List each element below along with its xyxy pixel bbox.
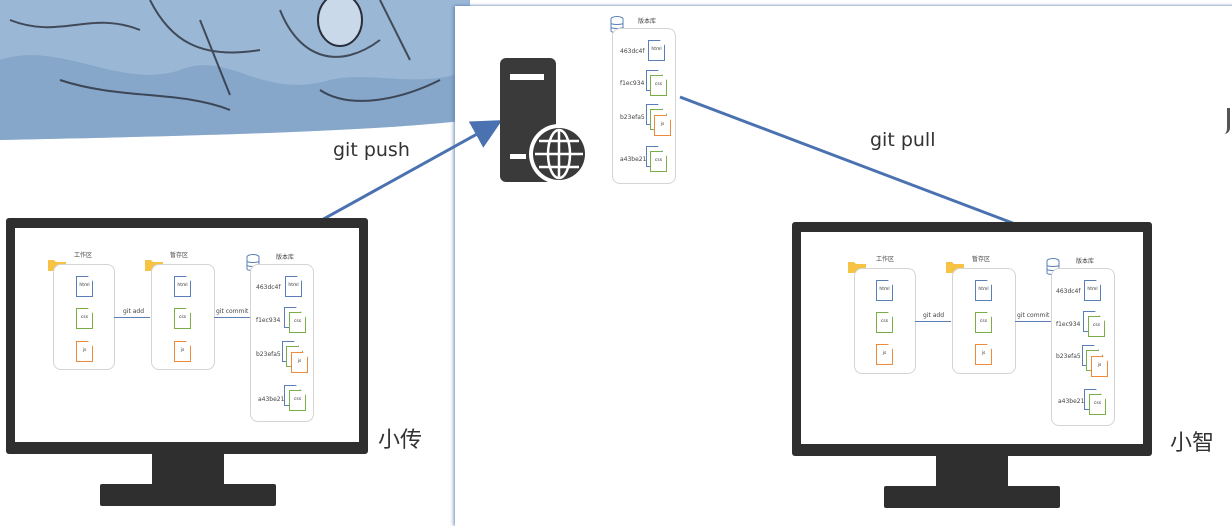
git-commit-label-right: git commit: [1017, 312, 1050, 319]
server-repo-panel: 版本库 463dc4f html f1ec934 css b23efa5 js …: [606, 14, 678, 184]
git-add-label: git add: [123, 308, 145, 315]
js-file-icon-right: js: [876, 344, 893, 365]
staging-label: 暂存区: [170, 252, 189, 259]
server-css-file-icon: css: [650, 75, 667, 96]
repo-html-file-icon-right: html: [1084, 280, 1101, 301]
left-user-name: 小传: [378, 428, 423, 453]
git-push-label: git push: [333, 139, 410, 161]
staged-css-file-icon: css: [174, 308, 191, 329]
repo-js-file-icon-right: js: [1091, 356, 1108, 377]
repo-css-file-icon-3-right: css: [1089, 394, 1106, 415]
staged-css-file-icon-right: css: [975, 312, 992, 333]
staging-label-right: 暂存区: [972, 256, 991, 263]
repo-html-file-icon: html: [285, 276, 302, 297]
repo-css-file-icon-3: css: [289, 390, 306, 411]
server-globe-icon: [500, 58, 588, 184]
repo-css-file-icon-right: css: [1088, 316, 1105, 337]
git-commit-label: git commit: [216, 308, 249, 315]
commit-3: b23efa5: [256, 351, 281, 358]
staged-html-file-icon-right: html: [975, 280, 992, 301]
commit-2: f1ec934: [256, 317, 281, 324]
repo-css-file-icon: css: [289, 312, 306, 333]
server-html-file-icon: html: [648, 40, 665, 61]
commit-1-right: 463dc4f: [1056, 288, 1081, 295]
staged-html-file-icon: html: [174, 276, 191, 297]
server-commit-2: f1ec934: [620, 80, 645, 87]
commit-3-right: b23efa5: [1056, 353, 1081, 360]
css-file-icon: css: [76, 308, 93, 329]
server-css-file-icon-3: css: [650, 151, 667, 172]
server-commit-4: a43be21: [620, 156, 647, 163]
staged-js-file-icon: js: [174, 341, 191, 362]
commit-2-right: f1ec934: [1056, 321, 1081, 328]
server-commit-1: 463dc4f: [620, 48, 645, 55]
server-commit-3: b23efa5: [620, 114, 645, 121]
html-file-icon: html: [76, 276, 93, 297]
commit-1: 463dc4f: [256, 284, 281, 291]
right-monitor: 工作区 html css js git add 暂存区 html css js …: [792, 222, 1152, 512]
workspace-label-right: 工作区: [876, 256, 895, 263]
left-monitor: 工作区 html css js git add 暂存区 html css js …: [6, 218, 368, 508]
workspace-label: 工作区: [74, 252, 93, 259]
repo-label: 版本库: [276, 254, 295, 261]
repo-js-file-icon: js: [291, 352, 308, 373]
commit-4: a43be21: [258, 396, 285, 403]
js-file-icon: js: [76, 341, 93, 362]
staged-js-file-icon-right: js: [975, 344, 992, 365]
right-user-name: 小智: [1170, 431, 1215, 456]
git-add-label-right: git add: [923, 312, 945, 319]
server-repo-title: 版本库: [638, 18, 657, 25]
git-pull-label: git pull: [870, 129, 936, 151]
css-file-icon-right: css: [876, 312, 893, 333]
server-js-file-icon: js: [654, 115, 671, 136]
commit-4-right: a43be21: [1058, 398, 1085, 405]
html-file-icon-right: html: [876, 280, 893, 301]
repo-label-right: 版本库: [1076, 258, 1095, 265]
